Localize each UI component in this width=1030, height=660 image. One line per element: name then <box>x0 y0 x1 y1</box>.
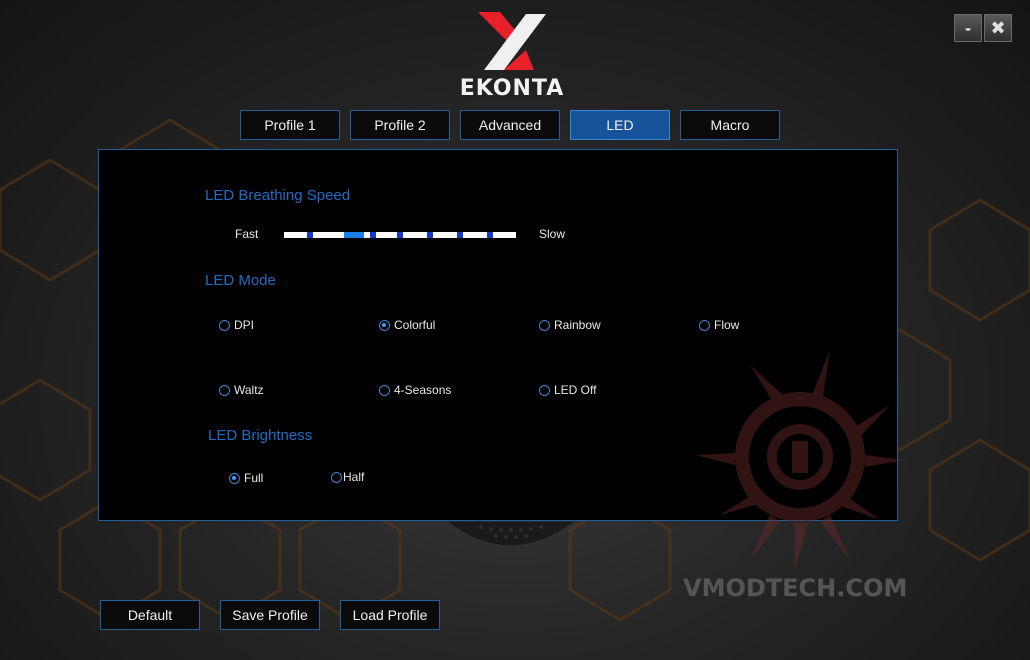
brightness-radio-full[interactable]: Full <box>229 471 263 485</box>
radio-circle <box>379 384 390 396</box>
led-mode-title: LED Mode <box>205 272 276 289</box>
mode-radio-waltz[interactable]: Waltz <box>219 383 264 397</box>
slider-thumb[interactable] <box>344 232 364 238</box>
slider-tick <box>457 232 463 238</box>
save-profile-button[interactable]: Save Profile <box>220 600 320 630</box>
load-profile-button[interactable]: Load Profile <box>340 600 440 630</box>
mode-radio-rainbow[interactable]: Rainbow <box>539 318 601 332</box>
radio-label: Half <box>343 470 365 484</box>
breathing-speed-slider[interactable] <box>284 232 516 238</box>
tab-profile-2[interactable]: Profile 2 <box>350 110 450 140</box>
tab-advanced[interactable]: Advanced <box>460 110 560 140</box>
brand-logo: EKONTA <box>456 10 568 102</box>
radio-label: Waltz <box>234 383 264 397</box>
watermark-text: VMODTECH.COM <box>683 574 908 602</box>
default-button[interactable]: Default <box>100 600 200 630</box>
mode-radio-colorful[interactable]: Colorful <box>379 318 435 332</box>
led-brightness-title: LED Brightness <box>208 427 313 444</box>
close-button[interactable]: ✖ <box>984 14 1012 42</box>
radio-circle <box>539 319 550 331</box>
x-logo-icon <box>478 12 546 70</box>
radio-circle <box>219 319 230 331</box>
mode-radio-4-seasons[interactable]: 4-Seasons <box>379 383 451 397</box>
tab-macro[interactable]: Macro <box>680 110 780 140</box>
radio-label: DPI <box>234 318 255 332</box>
radio-label: Colorful <box>394 318 436 332</box>
radio-label: LED Off <box>554 383 597 397</box>
mode-radio-led-off[interactable]: LED Off <box>539 383 596 397</box>
minimize-button[interactable]: - <box>954 14 982 42</box>
radio-circle <box>699 319 710 331</box>
slider-tick <box>307 232 313 238</box>
radio-label: Full <box>244 471 264 485</box>
radio-label: 4-Seasons <box>394 383 452 397</box>
mode-radio-dpi[interactable]: DPI <box>219 318 254 332</box>
logo-text: EKONTA <box>459 76 565 101</box>
slider-tick <box>487 232 493 238</box>
speed-slow-label: Slow <box>539 227 566 241</box>
slider-tick <box>370 232 376 238</box>
mode-radio-flow[interactable]: Flow <box>699 318 739 332</box>
radio-circle <box>539 384 550 396</box>
brightness-radio-half[interactable]: Half <box>331 470 364 484</box>
watermark-emblem-icon <box>695 350 905 570</box>
slider-tick <box>427 232 433 238</box>
tab-profile-1[interactable]: Profile 1 <box>240 110 340 140</box>
radio-circle <box>331 471 342 483</box>
radio-label: Flow <box>714 318 740 332</box>
slider-tick <box>397 232 403 238</box>
radio-label: Rainbow <box>554 318 601 332</box>
mouse-image <box>444 520 578 551</box>
tab-led[interactable]: LED <box>570 110 670 140</box>
radio-circle <box>229 472 240 484</box>
radio-circle <box>379 319 390 331</box>
radio-circle <box>219 384 230 396</box>
speed-fast-label: Fast <box>235 227 259 241</box>
breathing-speed-title: LED Breathing Speed <box>205 187 351 204</box>
